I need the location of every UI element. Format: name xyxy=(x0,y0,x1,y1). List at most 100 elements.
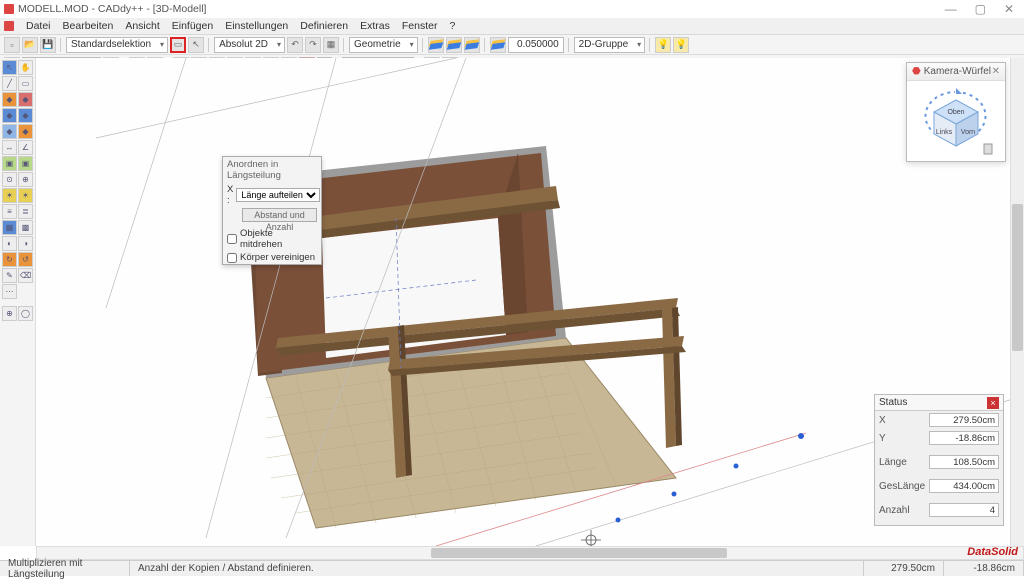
svg-text:Oben: Oben xyxy=(947,109,964,116)
status-coord-x: 279.50cm xyxy=(864,561,944,576)
menu-extras[interactable]: Extras xyxy=(354,20,396,32)
popup-spacing-button[interactable]: Abstand und Anzahl xyxy=(242,208,317,222)
open-file-icon[interactable]: 📂 xyxy=(22,37,38,53)
status-totlen-label: GesLänge xyxy=(879,481,925,492)
tool-orange2-icon[interactable]: ◆ xyxy=(18,124,33,139)
popup-union-checkbox[interactable]: Körper vereinigen xyxy=(223,251,321,264)
tool-red-icon[interactable]: ◆ xyxy=(18,92,33,107)
status-y-label: Y xyxy=(879,433,925,444)
status-panel-title: Status xyxy=(879,397,907,408)
tool-target-icon[interactable]: ⊕ xyxy=(2,306,17,321)
menu-fenster[interactable]: Fenster xyxy=(396,20,444,32)
menu-definieren[interactable]: Definieren xyxy=(294,20,354,32)
status-panel-close-icon[interactable]: × xyxy=(987,397,999,409)
status-count-value[interactable]: 4 xyxy=(929,503,999,517)
tool-paint-icon[interactable]: ✎ xyxy=(2,268,17,283)
tool-measure-icon[interactable]: ↔ xyxy=(2,140,17,155)
new-file-icon[interactable]: ▫ xyxy=(4,37,20,53)
bulb2-icon[interactable]: 💡 xyxy=(673,37,689,53)
grid-icon[interactable]: ▦ xyxy=(323,37,339,53)
tool-green-icon[interactable]: ▣ xyxy=(2,156,17,171)
tool-b4-icon[interactable]: ▩ xyxy=(18,220,33,235)
maximize-button[interactable]: ▢ xyxy=(975,2,986,16)
menu-datei[interactable]: Datei xyxy=(20,20,57,32)
status-totlen-value[interactable]: 434.00cm xyxy=(929,479,999,493)
layer3-icon[interactable] xyxy=(464,37,480,53)
tool-line-icon[interactable]: ╱ xyxy=(2,76,17,91)
popup-mode-dropdown[interactable]: Länge aufteilen xyxy=(236,188,320,202)
tool-snap2-icon[interactable]: ⊕ xyxy=(18,172,33,187)
save-file-icon[interactable]: 💾 xyxy=(40,37,56,53)
tool-b3-icon[interactable]: ▦ xyxy=(2,220,17,235)
tool-ex2-icon[interactable]: ≣ xyxy=(18,204,33,219)
tool-snap1-icon[interactable]: ⊙ xyxy=(2,172,17,187)
select-arrow-icon[interactable]: ↖ xyxy=(188,37,204,53)
tool-d2-icon[interactable]: ↺ xyxy=(18,252,33,267)
svg-text:Vorn: Vorn xyxy=(961,129,976,136)
svg-text:Links: Links xyxy=(936,129,953,136)
step-value-field[interactable]: 0.050000 xyxy=(508,37,564,53)
layer1-icon[interactable] xyxy=(428,37,444,53)
tool-blue2-icon[interactable]: ◆ xyxy=(18,108,33,123)
status-panel: Status × X 279.50cm Y -18.86cm Länge 108.50… xyxy=(874,394,1004,526)
popup-title: Anordnen in Längsteilung xyxy=(223,157,321,183)
tool-angle-icon[interactable]: ∠ xyxy=(18,140,33,155)
status-x-value[interactable]: 279.50cm xyxy=(929,413,999,427)
tool-green2-icon[interactable]: ▣ xyxy=(18,156,33,171)
tool-d1-icon[interactable]: ↻ xyxy=(2,252,17,267)
status-len-value[interactable]: 108.50cm xyxy=(929,455,999,469)
tool-ex1-icon[interactable]: ≡ xyxy=(2,204,17,219)
minimize-button[interactable]: — xyxy=(945,2,957,16)
bulb1-icon[interactable]: 💡 xyxy=(655,37,671,53)
coord-mode-dropdown[interactable]: Absolut 2D xyxy=(214,37,285,53)
tool-c2-icon[interactable]: ◑ xyxy=(18,236,33,251)
menu-einstellungen[interactable]: Einstellungen xyxy=(219,20,294,32)
menu-bearbeiten[interactable]: Bearbeiten xyxy=(57,20,120,32)
close-button[interactable]: ✕ xyxy=(1004,2,1014,16)
menu-bar: Datei Bearbeiten Ansicht Einfügen Einste… xyxy=(0,18,1024,35)
tool-hand-icon[interactable]: ✋ xyxy=(18,60,33,75)
layer2-icon[interactable] xyxy=(446,37,462,53)
tool-orange-icon[interactable]: ◆ xyxy=(2,92,17,107)
menu-ansicht[interactable]: Ansicht xyxy=(119,20,165,32)
camera-panel-close-icon[interactable]: ✕ xyxy=(992,66,1000,77)
popup-rotate-checkbox[interactable]: Objekte mitdrehen xyxy=(223,227,321,251)
layer4-icon[interactable] xyxy=(490,37,506,53)
status-y-value[interactable]: -18.86cm xyxy=(929,431,999,445)
section-dropdown[interactable]: Geometrie xyxy=(349,37,418,53)
status-x-label: X xyxy=(879,415,925,426)
tool-palette-left: ↖✋ ╱▭ ◆◆ ◆◆ ◆◆ ↔∠ ▣▣ ⊙⊕ ✶✶ ≡≣ ▦▩ ◐◑ ↻↺ ✎… xyxy=(0,58,36,546)
tool-more1-icon[interactable]: ⋯ xyxy=(2,284,17,299)
tool-lblue-icon[interactable]: ◆ xyxy=(2,124,17,139)
popup-axis-label: X : xyxy=(227,184,233,206)
status-count-label: Anzahl xyxy=(879,505,925,516)
tool-c1-icon[interactable]: ◐ xyxy=(2,236,17,251)
group-mode-dropdown[interactable]: 2D-Gruppe xyxy=(574,37,645,53)
undo-icon[interactable]: ↶ xyxy=(287,37,303,53)
menu-logo-icon xyxy=(4,21,14,31)
tool-yell-icon[interactable]: ✶ xyxy=(2,188,17,203)
tool-blue1-icon[interactable]: ◆ xyxy=(2,108,17,123)
horizontal-scrollbar[interactable] xyxy=(36,546,1024,560)
status-len-label: Länge xyxy=(879,457,925,468)
tool-arrow-icon[interactable]: ↖ xyxy=(2,60,17,75)
menu-einfuegen[interactable]: Einfügen xyxy=(166,20,219,32)
select-rect-icon[interactable]: ▭ xyxy=(170,37,186,53)
status-bar: Multiplizieren mit Längsteilung Anzahl d… xyxy=(0,560,1024,576)
toolbar-primary: ▫ 📂 💾 Standardselektion ▭ ↖ Absolut 2D ↶… xyxy=(0,35,1024,55)
app-logo-icon xyxy=(4,4,14,14)
vertical-scrollbar[interactable] xyxy=(1010,58,1024,546)
status-coord-y: -18.86cm xyxy=(944,561,1024,576)
window-controls: — ▢ ✕ xyxy=(945,2,1020,16)
camera-cube-panel: ⬣ Kamera-Würfel ✕ Oben Links Vorn xyxy=(906,62,1006,162)
tool-circle2-icon[interactable]: ◯ xyxy=(18,306,33,321)
tool-rect-icon[interactable]: ▭ xyxy=(18,76,33,91)
menu-hilfe[interactable]: ? xyxy=(444,20,462,32)
tool-erase-icon[interactable]: ⌫ xyxy=(18,268,33,283)
status-hint: Anzahl der Kopien / Abstand definieren. xyxy=(130,561,864,576)
tool-yell2-icon[interactable]: ✶ xyxy=(18,188,33,203)
brand-logo: DataSolid xyxy=(967,546,1018,558)
selection-mode-dropdown[interactable]: Standardselektion xyxy=(66,37,168,53)
camera-cube-widget[interactable]: Oben Links Vorn xyxy=(907,81,1005,163)
redo-icon[interactable]: ↷ xyxy=(305,37,321,53)
